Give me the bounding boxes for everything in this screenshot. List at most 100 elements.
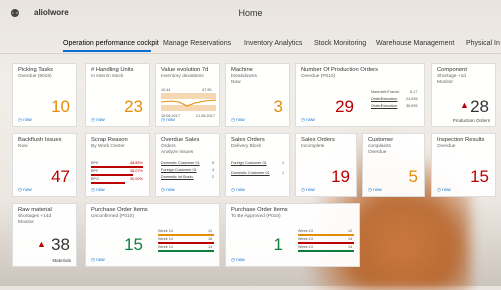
row-label: Week 14: [298, 237, 313, 241]
kpi-value: 3: [273, 97, 283, 116]
clock-icon: ◷: [301, 187, 306, 192]
kpi-value: 1: [273, 235, 283, 254]
tile-title: Machine: [231, 67, 253, 73]
tile-inspection-results[interactable]: Inspection Results Overdue 15 ◷ now: [431, 133, 496, 197]
row-label[interactable]: Foreign Customer 01: [231, 161, 267, 165]
shortage-icon: ▲: [460, 100, 469, 110]
tile-title: Backflush Issues: [18, 137, 62, 143]
tab-bar: Operation performance cockpit Manage Res…: [0, 36, 501, 54]
tile-subtitle: Incomplete: [301, 144, 325, 149]
tile-footer: ◷ now: [301, 117, 315, 122]
row-value: 2: [212, 175, 215, 179]
tile-raw-material-shortages[interactable]: Raw material shortages +14d Monitor ▲ 38…: [12, 203, 77, 267]
row-label: Week 14: [158, 245, 173, 249]
tile-machine-breakdowns[interactable]: Machine breakdowns Now 3 ◷ now: [225, 63, 290, 127]
po-bar: [158, 250, 214, 252]
tile-footer: ◷ now: [231, 187, 245, 192]
row-label: Week 14: [298, 229, 313, 233]
clock-icon: ◷: [18, 117, 23, 122]
tile-sales-orders-delivery-block[interactable]: Sales Orders Delivery Block Foreign Cust…: [225, 133, 290, 197]
tile-component-shortage[interactable]: Component Shortage +1d Monitor ▲ 28 Prod…: [431, 63, 496, 127]
clock-icon: ◷: [231, 257, 236, 262]
row-value: 36,595: [406, 104, 418, 108]
tile-backflush-issues[interactable]: Backflush Issues Now 47 ◷ now: [12, 133, 77, 197]
po-bar: [158, 234, 214, 236]
tile-footer: ◷ now: [231, 117, 245, 122]
tile-title: Customer: [368, 137, 394, 143]
kpi-value: 5: [408, 167, 418, 186]
kpi-value: 23: [124, 97, 143, 116]
kpi-value: 47: [51, 167, 70, 186]
tile-subtitle: Overdue: [437, 144, 456, 149]
row-label[interactable]: Foreign Customer 01: [161, 168, 197, 172]
row-value: 1: [282, 171, 285, 175]
chart-min-label: 10,44: [161, 88, 171, 92]
tile-title: Scrap Reason: [91, 137, 128, 143]
tile-po-items-unconfirmed[interactable]: Purchase Order Items Unconfirmed (P010) …: [85, 203, 220, 267]
tile-subtitle-2: Monitor: [437, 80, 453, 85]
row-value: 30,00%: [130, 177, 143, 181]
chart-end-date: 21.06.2017: [196, 114, 216, 118]
clock-icon: ◷: [231, 117, 236, 122]
tile-title: Raw material: [18, 207, 52, 213]
kpi-value: 28: [470, 97, 489, 116]
tab-inventory-analytics[interactable]: Inventory Analytics: [244, 40, 302, 47]
tab-physical-inventory[interactable]: Physical In: [466, 40, 500, 47]
tile-footer: ◷ now: [91, 117, 105, 122]
tile-subtitle: breakdowns: [231, 74, 257, 79]
scrap-bar: [91, 182, 125, 184]
kpi-value: 19: [331, 167, 350, 186]
tile-title: Sales Orders: [301, 137, 335, 143]
tile-subtitle: To Be Approved (P010): [231, 214, 281, 219]
clock-icon: ◷: [91, 117, 96, 122]
row-value: 12: [208, 229, 213, 233]
tile-subtitle-2: Monitor: [18, 220, 34, 225]
tile-subtitle: Inventory deviations: [161, 74, 204, 79]
tab-warehouse-management[interactable]: Warehouse Management: [376, 40, 454, 47]
clock-icon: ◷: [18, 187, 23, 192]
row-label[interactable]: Domestic Customer 01: [231, 171, 270, 175]
tile-overdue-sales-orders[interactable]: Overdue Sales Orders Analyze Issues Dome…: [155, 133, 220, 197]
tile-title: Inspection Results: [437, 137, 485, 143]
kpi-value: 29: [335, 97, 354, 116]
tile-footer: ◷ now: [161, 117, 175, 122]
row-value: 12: [348, 229, 353, 233]
tile-subtitle: By Work Center: [91, 144, 125, 149]
row-label[interactable]: OrderExecution: [371, 104, 397, 108]
clock-icon: ◷: [91, 187, 96, 192]
shortage-icon: ▲: [37, 239, 46, 249]
tile-title: Purchase Order Items: [91, 207, 148, 213]
tile-picking-tasks[interactable]: Picking Tasks Overdue (9015) 10 ◷ now: [12, 63, 77, 127]
tile-po-items-to-be-approved[interactable]: Purchase Order Items To Be Approved (P01…: [225, 203, 360, 267]
tile-handling-units[interactable]: # Handling Units In interim stock 23 ◷ n…: [85, 63, 150, 127]
row-label[interactable]: Domestic Customer 01: [161, 161, 200, 165]
tile-customer-complaints[interactable]: Customer complaints Overdue 5 ◷ now: [362, 133, 425, 197]
tab-manage-reservations[interactable]: Manage Reservations: [163, 40, 231, 47]
tile-footer: ◷ now: [301, 187, 315, 192]
row-label[interactable]: Domestic Int Busin.: [161, 175, 194, 179]
tile-subtitle: Unconfirmed (P010): [91, 214, 134, 219]
tile-footer: ◷ now: [18, 187, 32, 192]
tile-footer: ◷ now: [368, 187, 382, 192]
tile-scrap-reason[interactable]: Scrap Reason By Work Center BPE 48,85% B…: [85, 133, 150, 197]
tile-subtitle: complaints: [368, 144, 391, 149]
row-label: BPE: [91, 161, 99, 165]
clock-icon: ◷: [91, 257, 96, 262]
tab-operation-performance-cockpit[interactable]: Operation performance cockpit: [63, 40, 159, 47]
tile-footer: ◷ now: [231, 257, 245, 262]
tile-production-orders[interactable]: Number Of Production Orders Overdue (P01…: [295, 63, 425, 127]
row-label[interactable]: OrderExecution: [371, 97, 397, 101]
scrap-bar: [91, 174, 133, 176]
tile-footer: ◷ now: [161, 187, 175, 192]
tab-stock-monitoring[interactable]: Stock Monitoring: [314, 40, 366, 47]
tile-value-evolution[interactable]: Value evolution 7d Inventory deviations …: [155, 63, 220, 127]
tile-sales-orders-incomplete[interactable]: Sales Orders Incomplete 19 ◷ now: [295, 133, 357, 197]
tile-subtitle-2: Now: [231, 80, 241, 85]
row-label: MaterialInTransit: [371, 90, 400, 94]
tile-title: Number Of Production Orders: [301, 67, 378, 73]
po-bar: [298, 242, 354, 244]
chart-max-label: 47,95: [202, 88, 212, 92]
tile-footer: Materials: [52, 258, 71, 263]
tile-title: Value evolution 7d: [161, 67, 209, 73]
kpi-value: 15: [470, 167, 489, 186]
